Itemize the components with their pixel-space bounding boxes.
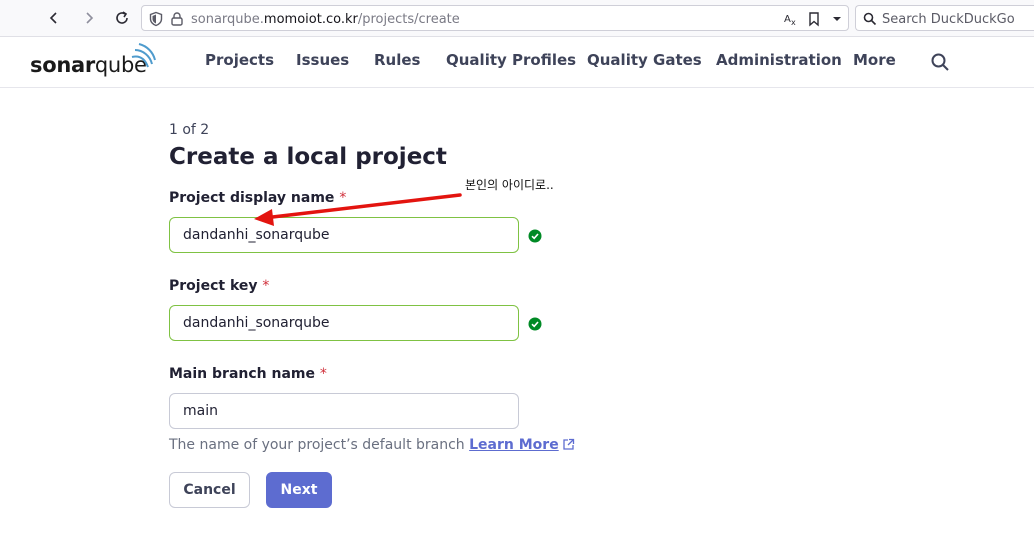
nav-issues[interactable]: Issues [296, 51, 349, 69]
sonarqube-logo[interactable]: sonarqube [30, 43, 156, 77]
project-key-label: Project key * [169, 278, 270, 294]
chevron-down-icon[interactable] [829, 11, 845, 27]
cancel-button[interactable]: Cancel [169, 472, 250, 508]
nav-quality-gates[interactable]: Quality Gates [587, 51, 702, 69]
lock-icon[interactable] [169, 11, 185, 27]
shield-icon[interactable] [148, 11, 164, 27]
browser-toolbar: sonarqube.momoiot.co.kr/projects/create … [0, 0, 1034, 37]
valid-check-icon [528, 317, 542, 331]
svg-text:x: x [791, 18, 796, 27]
nav-quality-profiles[interactable]: Quality Profiles [446, 51, 576, 69]
bookmark-icon[interactable] [806, 11, 822, 27]
branch-hint: The name of your project’s default branc… [169, 437, 575, 453]
forward-icon[interactable] [78, 7, 100, 29]
nav-more[interactable]: More [853, 51, 896, 69]
valid-check-icon [528, 229, 542, 243]
annotation-arrow [254, 193, 462, 226]
branch-name-label: Main branch name * [169, 366, 327, 382]
annotation-text: 본인의 아이디로.. [465, 178, 554, 192]
url-text: sonarqube.momoiot.co.kr/projects/create [191, 12, 460, 27]
back-icon[interactable] [43, 7, 65, 29]
search-icon [863, 12, 877, 26]
learn-more-link[interactable]: Learn More [469, 437, 559, 453]
svg-text:A: A [784, 14, 791, 25]
browser-search-placeholder: Search DuckDuckGo [882, 12, 1015, 27]
external-link-icon[interactable] [562, 438, 575, 451]
reload-icon[interactable] [111, 7, 133, 29]
project-key-input[interactable]: dandanhi_sonarqube [169, 305, 519, 341]
nav-projects[interactable]: Projects [205, 51, 274, 69]
app-header: sonarqube Projects Issues Rules Quality … [0, 37, 1034, 88]
translate-icon[interactable]: Ax [783, 11, 799, 27]
step-indicator: 1 of 2 [169, 122, 210, 138]
next-button[interactable]: Next [266, 472, 332, 508]
branch-name-input[interactable]: main [169, 393, 519, 429]
logo-waves-icon [131, 43, 156, 68]
search-icon[interactable] [929, 51, 951, 73]
nav-administration[interactable]: Administration [716, 51, 842, 69]
page-title: Create a local project [169, 144, 447, 170]
address-bar[interactable]: sonarqube.momoiot.co.kr/projects/create … [141, 5, 849, 31]
nav-rules[interactable]: Rules [374, 51, 420, 69]
browser-search-input[interactable]: Search DuckDuckGo [855, 5, 1034, 31]
